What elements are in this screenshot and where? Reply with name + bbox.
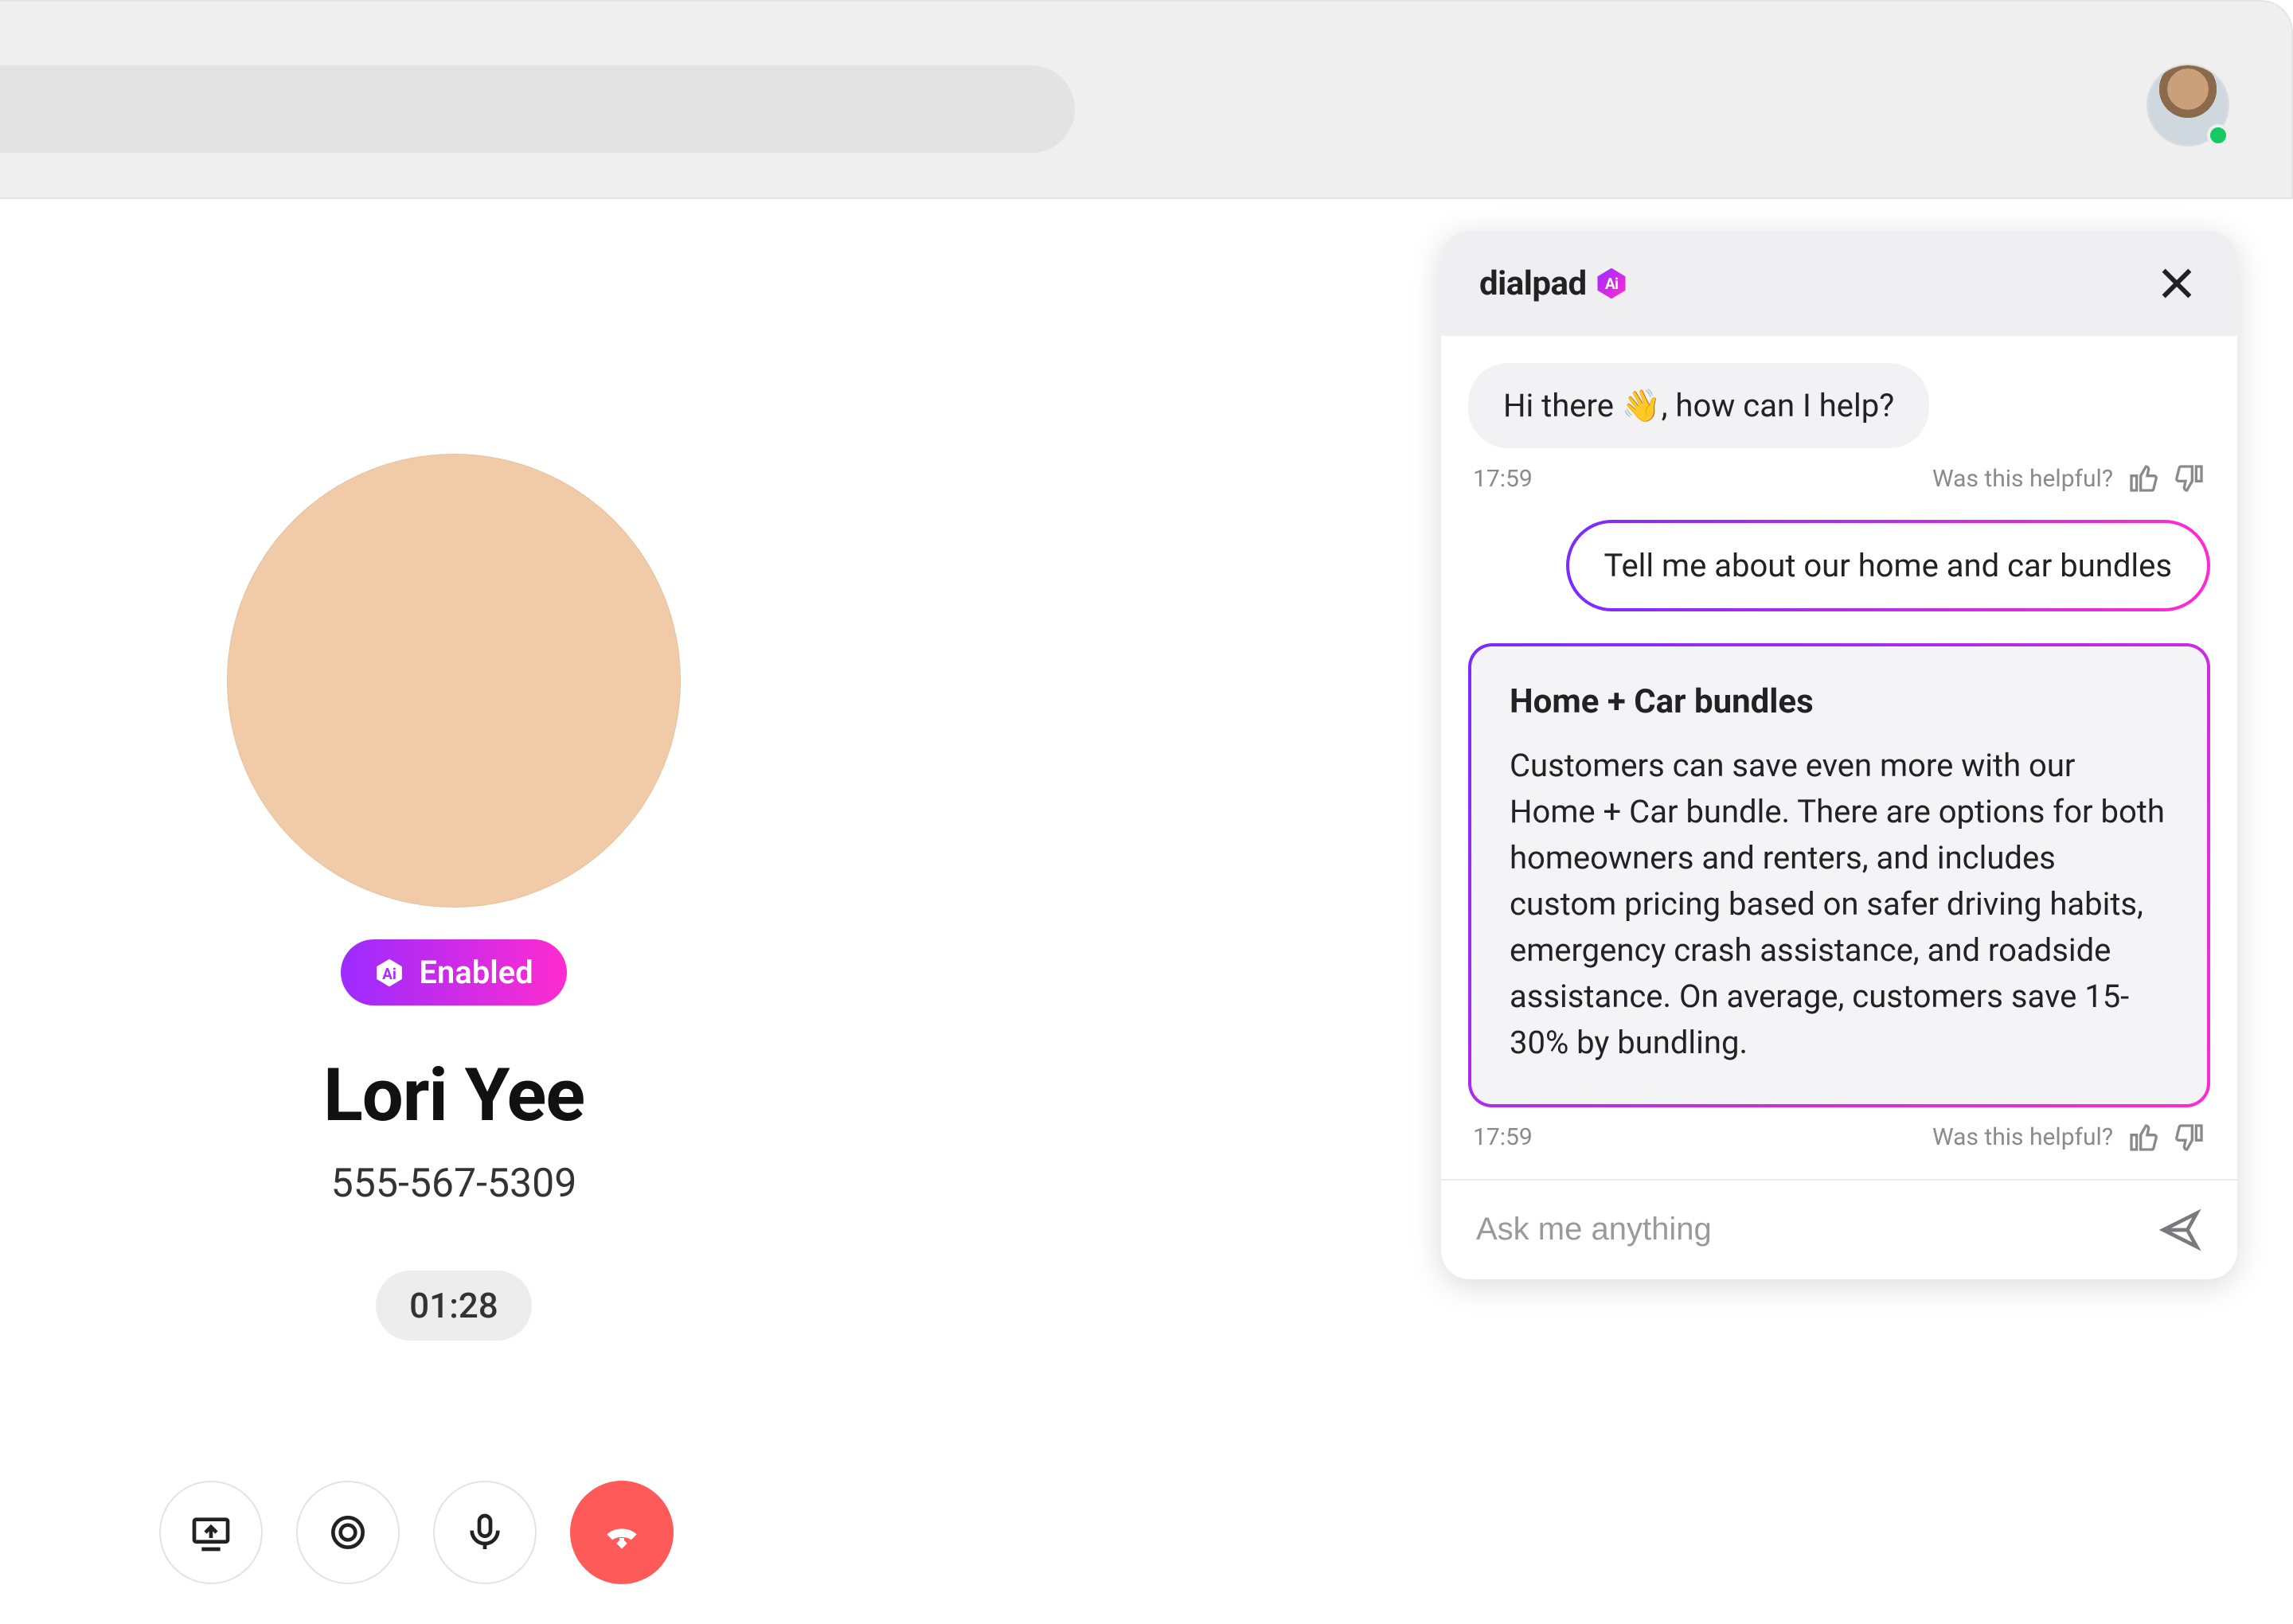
record-button[interactable] [296, 1481, 400, 1584]
presence-online-icon [2207, 124, 2229, 146]
share-screen-button[interactable] [159, 1481, 263, 1584]
thumbs-down-icon[interactable] [2174, 463, 2205, 494]
share-screen-icon [189, 1510, 233, 1555]
assistant-input[interactable] [1476, 1212, 2142, 1247]
assistant-answer: Home + Car bundles Customers can save ev… [1468, 643, 2210, 1107]
mute-button[interactable] [433, 1481, 537, 1584]
send-icon[interactable] [2158, 1208, 2202, 1252]
record-icon [326, 1510, 370, 1555]
close-icon[interactable] [2154, 261, 2199, 306]
caller-name: Lori Yee [167, 1053, 740, 1138]
assistant-header: dialpad Ai [1441, 231, 2237, 336]
ai-hex-icon: Ai [374, 958, 404, 988]
answer-body: Customers can save even more with our Ho… [1510, 743, 2169, 1066]
current-user-avatar[interactable] [2148, 65, 2228, 145]
caller-phone: 555-567-5309 [167, 1161, 740, 1207]
topbar [0, 0, 2293, 199]
user-message: Tell me about our home and car bundles [1566, 520, 2210, 611]
assistant-body: Hi there 👋, how can I help? 17:59 Was th… [1441, 336, 2237, 1179]
helpful-label: Was this helpful? [1932, 465, 2113, 493]
app-window: Ai Enabled Lori Yee 555-567-5309 01:28 [0, 0, 2293, 1624]
thumbs-up-icon[interactable] [2127, 463, 2159, 494]
assistant-greeting-message: Hi there 👋, how can I help? [1468, 363, 1929, 448]
call-duration: 01:28 [376, 1271, 532, 1341]
caller-avatar [227, 454, 681, 908]
message-meta-1: 17:59 Was this helpful? [1468, 448, 2210, 520]
ai-badge-label: Enabled [419, 954, 533, 991]
search-input[interactable] [0, 65, 1075, 153]
ai-assistant-panel: dialpad Ai Hi there 👋, how can I help? 1… [1441, 231, 2237, 1279]
svg-text:Ai: Ai [382, 964, 396, 982]
thumbs-down-icon[interactable] [2174, 1122, 2205, 1154]
main-area: Ai Enabled Lori Yee 555-567-5309 01:28 [0, 199, 2293, 1624]
assistant-input-row [1441, 1179, 2237, 1279]
thumbs-up-icon[interactable] [2127, 1122, 2159, 1154]
microphone-icon [463, 1510, 507, 1555]
answer-title: Home + Car bundles [1510, 678, 2169, 727]
brand-label: dialpad [1479, 264, 1587, 303]
hangup-icon [600, 1510, 644, 1555]
svg-text:Ai: Ai [1604, 275, 1618, 293]
ai-enabled-badge: Ai Enabled [341, 939, 566, 1005]
timestamp: 17:59 [1473, 1123, 1533, 1151]
end-call-button[interactable] [570, 1481, 674, 1584]
message-meta-2: 17:59 Was this helpful? [1468, 1107, 2210, 1179]
assistant-brand: dialpad Ai [1479, 264, 1628, 303]
helpful-label: Was this helpful? [1932, 1123, 2113, 1151]
call-controls [159, 1481, 674, 1584]
brand-hex-icon: Ai [1595, 267, 1628, 300]
caller-card: Ai Enabled Lori Yee 555-567-5309 01:28 [167, 454, 740, 1341]
timestamp: 17:59 [1473, 465, 1533, 493]
